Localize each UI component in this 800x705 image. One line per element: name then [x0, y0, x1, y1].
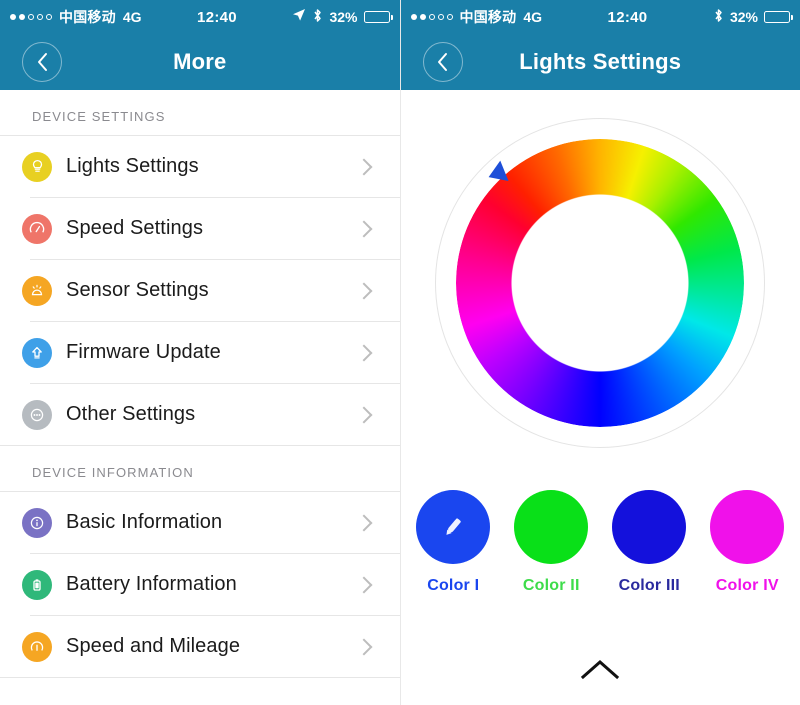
screenshot-root: 中国移动 4G 12:40 32% More DEVICE SETTINGS L…	[0, 0, 800, 705]
list-item-lights-settings[interactable]: Lights Settings	[0, 136, 400, 197]
location-arrow-icon	[292, 8, 306, 26]
section-header-device-information: DEVICE INFORMATION	[0, 446, 400, 491]
swatch-label: Color II	[522, 577, 580, 594]
signal-dot	[10, 14, 16, 20]
network-type-label: 4G	[523, 9, 542, 25]
chevron-left-icon	[37, 53, 47, 71]
swatch-circle[interactable]	[416, 490, 491, 564]
divider	[0, 677, 400, 678]
nav-bar-left: More	[0, 34, 400, 90]
info-icon	[22, 507, 52, 538]
battery-icon	[764, 11, 793, 23]
list-item-label: Sensor Settings	[66, 279, 209, 301]
speedometer-icon	[22, 213, 52, 244]
chevron-right-icon	[355, 220, 372, 237]
gauge-icon	[22, 631, 52, 662]
collapse-button[interactable]	[401, 657, 800, 683]
carrier-label: 中国移动	[459, 9, 517, 25]
chevron-right-icon	[355, 576, 372, 593]
ellipsis-icon	[22, 399, 52, 430]
more-screen: 中国移动 4G 12:40 32% More DEVICE SETTINGS L…	[0, 0, 401, 705]
signal-dot	[428, 14, 435, 20]
list-item-label: Basic Information	[66, 511, 223, 533]
list-item-label: Battery Information	[66, 573, 237, 595]
list-item-basic-information[interactable]: Basic Information	[0, 492, 400, 553]
list-item-label: Speed Settings	[66, 217, 204, 239]
list-item-label: Lights Settings	[66, 155, 199, 177]
signal-dots	[410, 14, 453, 20]
list-item-battery-information[interactable]: Battery Information	[0, 554, 400, 615]
back-button[interactable]	[422, 42, 463, 82]
status-bar-left: 中国移动 4G 12:40 32%	[0, 0, 400, 34]
signal-dot	[446, 14, 453, 20]
carrier-label: 中国移动	[59, 9, 116, 25]
signal-dot	[19, 14, 25, 20]
section-header-device-settings: DEVICE SETTINGS	[0, 90, 400, 135]
status-left-group: 中国移动 4G	[410, 7, 542, 27]
nav-bar-right: Lights Settings	[400, 34, 800, 90]
battery-percent-label: 32%	[329, 9, 358, 25]
upload-arrow-icon	[22, 337, 52, 368]
list-item-speed-and-mileage[interactable]: Speed and Mileage	[0, 616, 400, 677]
chevron-right-icon	[355, 344, 372, 361]
status-bar-right: 中国移动 4G 12:40 32%	[400, 0, 800, 34]
bluetooth-icon	[713, 8, 724, 27]
chevron-right-icon	[355, 514, 372, 531]
list-item-label: Speed and Mileage	[66, 635, 241, 657]
network-type-label: 4G	[122, 9, 142, 25]
status-right-group: 32%	[713, 8, 793, 27]
signal-dot	[28, 14, 34, 20]
chevron-right-icon	[355, 158, 372, 175]
chevron-right-icon	[355, 406, 372, 423]
lightbulb-icon	[22, 151, 52, 182]
chevron-left-icon	[438, 53, 447, 71]
chevron-up-icon	[581, 659, 620, 680]
swatch-label: Color III	[618, 577, 680, 594]
settings-list: DEVICE SETTINGS Lights Settings Speed Se…	[0, 90, 400, 678]
color-wheel-outline	[435, 118, 766, 448]
swatch-color-2[interactable]: Color II	[514, 490, 589, 595]
signal-dot	[37, 14, 43, 20]
list-item-firmware-update[interactable]: Firmware Update	[0, 322, 400, 383]
signal-dots	[10, 14, 52, 20]
color-wheel-area	[401, 90, 800, 490]
list-item-other-settings[interactable]: Other Settings	[0, 384, 400, 445]
battery-percent-label: 32%	[729, 9, 758, 25]
status-left-group: 中国移动 4G	[10, 7, 142, 27]
clock-label: 12:40	[197, 8, 237, 26]
status-center-group: 12:40	[142, 9, 293, 26]
chevron-right-icon	[355, 638, 372, 655]
swatch-circle[interactable]	[710, 490, 785, 564]
list-item-speed-settings[interactable]: Speed Settings	[0, 198, 400, 259]
signal-dot	[419, 14, 426, 20]
swatch-circle[interactable]	[612, 490, 687, 564]
list-item-sensor-settings[interactable]: Sensor Settings	[0, 260, 400, 321]
lights-settings-screen: 中国移动 4G 12:40 32% Lights Settings Color …	[400, 0, 800, 705]
signal-dot	[46, 14, 52, 20]
swatch-label: Color IV	[715, 577, 779, 594]
status-right-group: 32%	[292, 8, 393, 27]
swatch-color-1[interactable]: Color I	[416, 490, 491, 595]
signal-dot	[410, 14, 417, 20]
sensor-icon	[22, 275, 52, 306]
list-item-label: Other Settings	[66, 403, 196, 425]
bluetooth-icon	[312, 8, 323, 27]
back-button[interactable]	[22, 42, 62, 82]
chevron-right-icon	[355, 282, 372, 299]
swatch-label: Color I	[427, 577, 480, 594]
signal-dot	[437, 14, 444, 20]
battery-icon	[22, 569, 52, 600]
battery-icon	[363, 11, 393, 23]
swatch-circle[interactable]	[514, 490, 589, 564]
pencil-icon	[446, 518, 462, 535]
status-center-group: 12:40	[542, 9, 713, 26]
clock-label: 12:40	[607, 8, 648, 26]
list-item-label: Firmware Update	[66, 341, 221, 363]
swatch-color-4[interactable]: Color IV	[710, 490, 785, 595]
color-swatch-row: Color I Color II Color III Color IV	[401, 490, 800, 595]
swatch-color-3[interactable]: Color III	[612, 490, 687, 595]
